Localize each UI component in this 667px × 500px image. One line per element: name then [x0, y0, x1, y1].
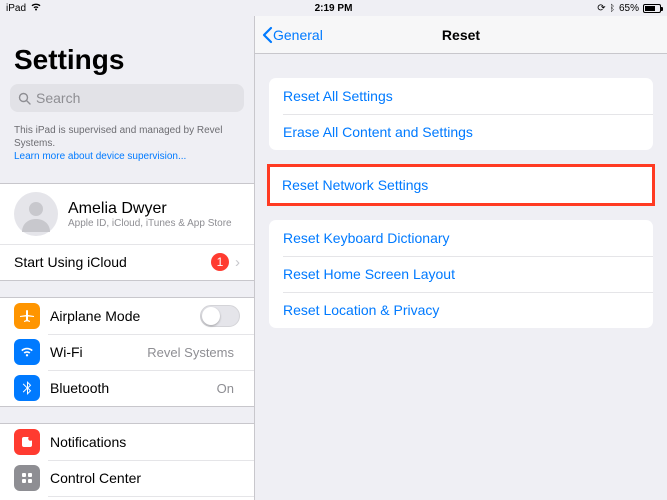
account-sub: Apple ID, iCloud, iTunes & App Store — [68, 218, 240, 229]
bluetooth-icon: ᛒ — [610, 3, 615, 13]
avatar — [14, 192, 58, 236]
search-input[interactable]: Search — [10, 84, 244, 112]
reset-home-screen[interactable]: Reset Home Screen Layout — [269, 256, 653, 292]
chevron-right-icon: › — [235, 254, 240, 271]
page-title: Settings — [0, 16, 254, 84]
settings-sidebar: Settings Search This iPad is supervised … — [0, 16, 255, 500]
search-placeholder: Search — [36, 90, 80, 106]
airplane-toggle[interactable] — [200, 305, 240, 327]
battery-percent: 65% — [619, 3, 639, 14]
reset-all-settings[interactable]: Reset All Settings — [269, 78, 653, 114]
start-icloud-row[interactable]: Start Using iCloud 1 › — [0, 244, 254, 280]
reset-keyboard-dictionary[interactable]: Reset Keyboard Dictionary — [269, 220, 653, 256]
status-bar: iPad 2:19 PM ⟳ ᛒ 65% — [0, 0, 667, 16]
bluetooth-settings-icon — [14, 375, 40, 401]
supervision-notice: This iPad is supervised and managed by R… — [0, 124, 254, 167]
detail-pane: General Reset Reset All Settings Erase A… — [255, 16, 667, 500]
bluetooth-row[interactable]: Bluetooth On — [0, 370, 254, 406]
wifi-row[interactable]: Wi-Fi Revel Systems — [0, 334, 254, 370]
airplane-icon — [14, 303, 40, 329]
reset-group-3: Reset Keyboard Dictionary Reset Home Scr… — [269, 220, 653, 328]
reset-group-1: Reset All Settings Erase All Content and… — [269, 78, 653, 150]
chevron-left-icon — [261, 26, 273, 44]
supervision-link[interactable]: Learn more about device supervision... — [14, 151, 186, 162]
badge: 1 — [211, 253, 229, 271]
nav-bar: General Reset — [255, 16, 667, 54]
back-button[interactable]: General — [255, 26, 323, 44]
wifi-settings-icon — [14, 339, 40, 365]
account-name: Amelia Dwyer — [68, 200, 240, 218]
clock: 2:19 PM — [315, 3, 353, 14]
wifi-icon — [30, 2, 42, 14]
reset-network-group: Reset Network Settings — [267, 164, 655, 206]
account-row[interactable]: Amelia Dwyer Apple ID, iCloud, iTunes & … — [0, 184, 254, 244]
notifications-icon — [14, 429, 40, 455]
orientation-lock-icon: ⟳ — [597, 3, 605, 14]
dnd-row[interactable]: Do Not Disturb — [0, 496, 254, 500]
reset-network-settings[interactable]: Reset Network Settings — [270, 167, 652, 203]
carrier-label: iPad — [6, 3, 26, 14]
erase-all-content[interactable]: Erase All Content and Settings — [269, 114, 653, 150]
control-center-row[interactable]: Control Center — [0, 460, 254, 496]
control-center-icon — [14, 465, 40, 491]
notifications-row[interactable]: Notifications — [0, 424, 254, 460]
reset-location-privacy[interactable]: Reset Location & Privacy — [269, 292, 653, 328]
nav-title: Reset — [442, 27, 480, 43]
search-icon — [18, 92, 31, 105]
battery-icon — [643, 4, 661, 13]
airplane-mode-row[interactable]: Airplane Mode — [0, 298, 254, 334]
